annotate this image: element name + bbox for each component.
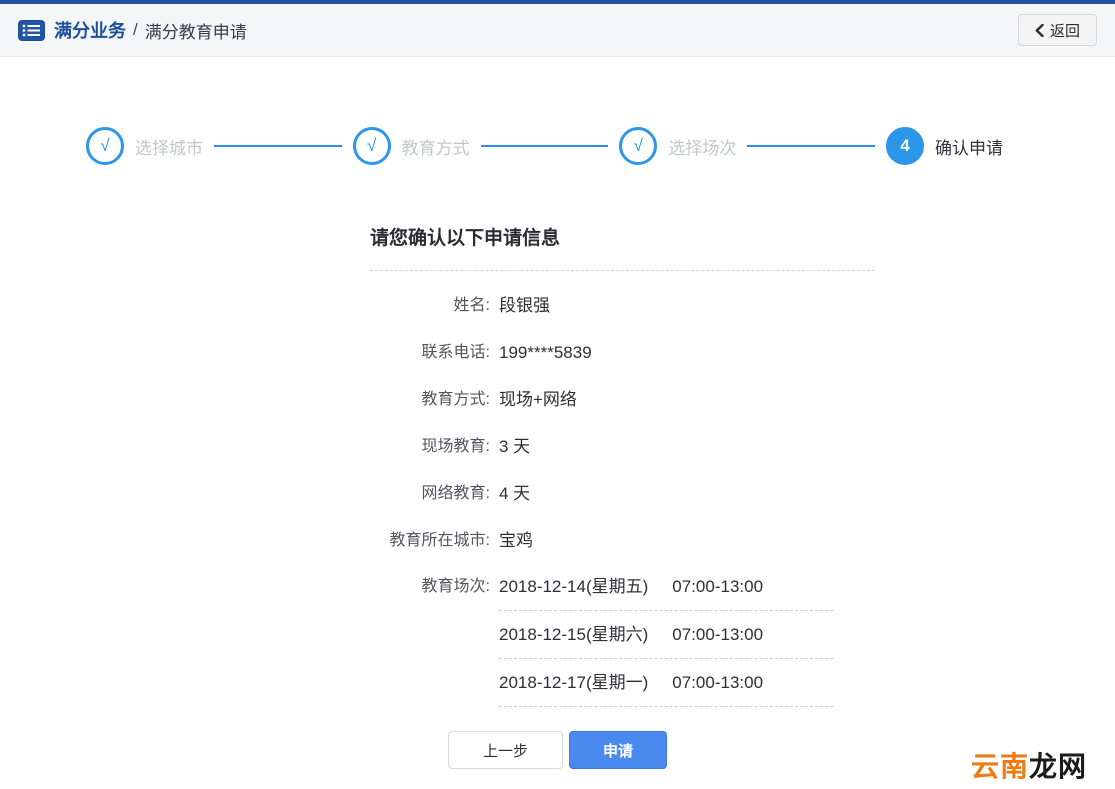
session-item: 2018-12-15(星期六) 07:00-13:00 xyxy=(499,611,833,659)
session-time: 07:00-13:00 xyxy=(672,671,763,695)
field-row-name: 姓名: 段银强 xyxy=(370,282,875,329)
action-buttons: 上一步 申请 xyxy=(0,731,1115,769)
step-2-check-circle: √ xyxy=(353,127,391,165)
session-date: 2018-12-15(星期六) xyxy=(499,623,648,647)
info-rows: 姓名: 段银强 联系电话: 199****5839 教育方式: 现场+网络 现场… xyxy=(370,282,875,707)
step-1-check-circle: √ xyxy=(86,127,124,165)
step-4-number-circle: 4 xyxy=(886,127,924,165)
field-label: 姓名: xyxy=(370,294,490,318)
step-1-label: 选择城市 xyxy=(135,134,203,159)
chevron-left-icon xyxy=(1035,24,1044,37)
step-4-confirm: 4 确认申请 xyxy=(886,127,1003,165)
step-4-label: 确认申请 xyxy=(935,134,1003,159)
header-bar: 满分业务 / 满分教育申请 返回 xyxy=(0,4,1115,57)
field-value: 宝鸡 xyxy=(499,529,533,553)
step-3-check-circle: √ xyxy=(619,127,657,165)
field-label: 网络教育: xyxy=(370,482,490,506)
field-value: 4 天 xyxy=(499,482,530,506)
field-row-onsite-days: 现场教育: 3 天 xyxy=(370,423,875,470)
field-value: 现场+网络 xyxy=(499,388,577,412)
session-time: 07:00-13:00 xyxy=(672,575,763,599)
field-label: 教育所在城市: xyxy=(370,529,490,553)
watermark-part-1: 云南 xyxy=(971,751,1029,782)
field-label: 现场教育: xyxy=(370,435,490,459)
confirm-panel: 请您确认以下申请信息 姓名: 段银强 联系电话: 199****5839 教育方… xyxy=(370,223,875,707)
session-date: 2018-12-17(星期一) xyxy=(499,671,648,695)
step-3-label: 选择场次 xyxy=(668,134,736,159)
field-value: 199****5839 xyxy=(499,341,592,365)
field-label: 教育场次: xyxy=(370,575,490,599)
session-list: 2018-12-14(星期五) 07:00-13:00 2018-12-15(星… xyxy=(499,575,833,707)
step-2-label: 教育方式 xyxy=(402,134,470,159)
breadcrumb-separator: / xyxy=(133,20,138,40)
confirm-title: 请您确认以下申请信息 xyxy=(370,223,875,271)
stepper: √ 选择城市 √ 教育方式 √ 选择场次 4 确认申请 xyxy=(86,127,1003,165)
back-button-label: 返回 xyxy=(1050,20,1080,41)
back-button[interactable]: 返回 xyxy=(1018,14,1097,46)
watermark-logo: 云南龙网 xyxy=(971,753,1087,781)
step-connector xyxy=(214,145,342,147)
list-icon xyxy=(18,20,45,41)
field-value: 3 天 xyxy=(499,435,530,459)
field-row-education-mode: 教育方式: 现场+网络 xyxy=(370,376,875,423)
previous-step-button[interactable]: 上一步 xyxy=(448,731,563,769)
field-value: 段银强 xyxy=(499,294,550,318)
step-connector xyxy=(747,145,875,147)
breadcrumb-section: 满分业务 xyxy=(54,17,126,43)
session-time: 07:00-13:00 xyxy=(672,623,763,647)
session-item: 2018-12-14(星期五) 07:00-13:00 xyxy=(499,575,833,611)
watermark-part-2: 龙网 xyxy=(1029,751,1087,782)
field-label: 教育方式: xyxy=(370,388,490,412)
apply-button[interactable]: 申请 xyxy=(569,731,667,769)
step-1-select-city: √ 选择城市 xyxy=(86,127,203,165)
step-2-education-mode: √ 教育方式 xyxy=(353,127,470,165)
session-date: 2018-12-14(星期五) xyxy=(499,575,648,599)
field-row-sessions: 教育场次: 2018-12-14(星期五) 07:00-13:00 2018-1… xyxy=(370,575,875,707)
session-item: 2018-12-17(星期一) 07:00-13:00 xyxy=(499,659,833,707)
breadcrumb-page: 满分教育申请 xyxy=(145,18,247,43)
step-connector xyxy=(481,145,609,147)
field-row-city: 教育所在城市: 宝鸡 xyxy=(370,517,875,564)
field-row-phone: 联系电话: 199****5839 xyxy=(370,329,875,376)
field-label: 联系电话: xyxy=(370,341,490,365)
field-row-online-days: 网络教育: 4 天 xyxy=(370,470,875,517)
step-3-select-session: √ 选择场次 xyxy=(619,127,736,165)
